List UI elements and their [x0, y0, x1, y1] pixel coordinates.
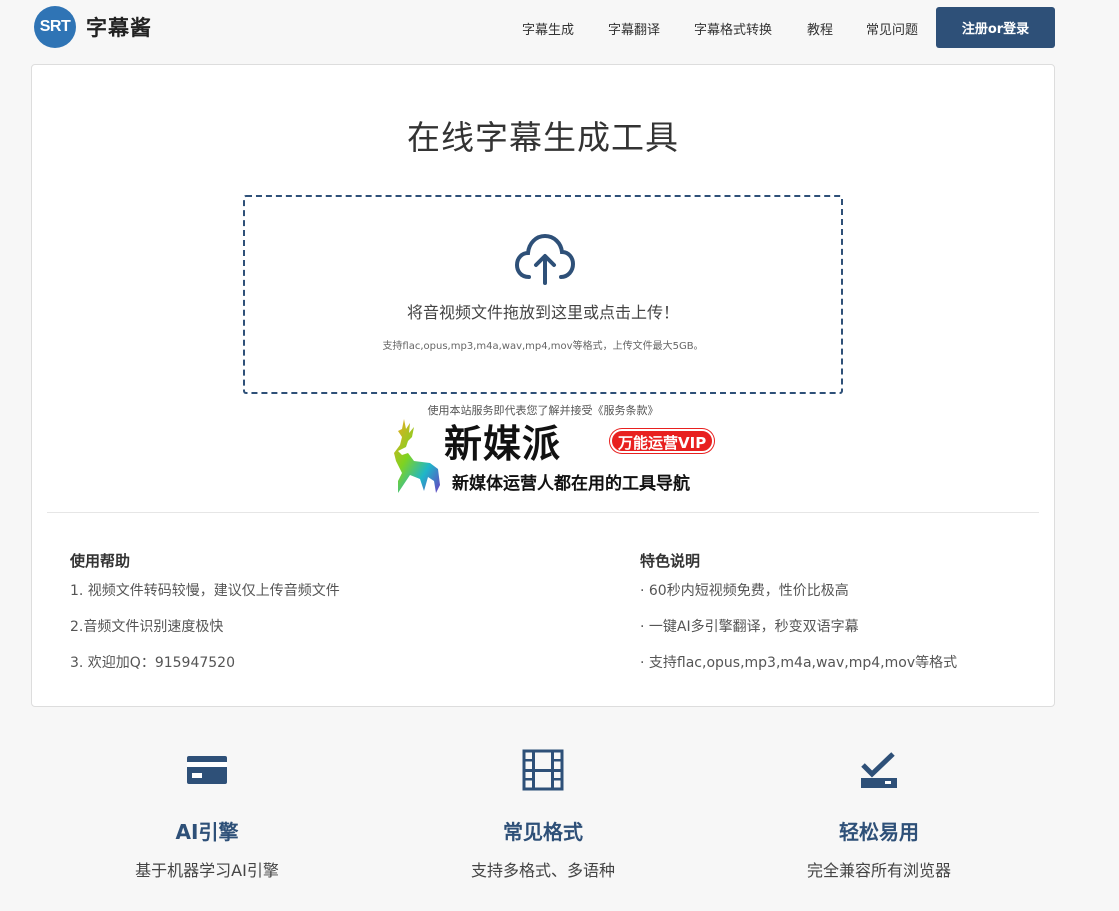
banner-title: 新媒派 [444, 422, 562, 466]
banner-vip-badge: 万能运营VIP [610, 429, 715, 453]
page-title: 在线字幕生成工具 [407, 118, 679, 157]
credit-card-icon [187, 756, 227, 784]
banner-subtitle: 新媒体运营人都在用的工具导航 [452, 474, 690, 494]
nav-subtitle-generate[interactable]: 字幕生成 [522, 19, 574, 38]
feature-title: 轻松易用 [839, 820, 919, 844]
film-icon [522, 749, 564, 791]
feature-desc: 完全兼容所有浏览器 [806, 861, 951, 880]
section-divider [47, 512, 1039, 513]
nav-subtitle-convert[interactable]: 字幕格式转换 [694, 19, 772, 38]
dropzone-format-hint: 支持flac,opus,mp3,m4a,wav,mp4,mov等格式，上传文件最… [382, 341, 704, 352]
feature-desc: 基于机器学习AI引擎 [135, 861, 279, 880]
upload-dropzone[interactable]: 将音视频文件拖放到这里或点击上传！ 支持flac,opus,mp3,m4a,wa… [243, 195, 843, 394]
site-logo[interactable]: SRT 字幕酱 [34, 6, 152, 48]
main-card: 在线字幕生成工具 将音视频文件拖放到这里或点击上传！ 支持flac,opus,m… [31, 64, 1055, 707]
logo-name: 字幕酱 [86, 16, 152, 40]
terms-of-service-link[interactable]: 《服务条款》 [593, 404, 659, 417]
feature-title: AI引擎 [175, 820, 239, 844]
help-heading: 使用帮助 [70, 552, 131, 570]
feature-note-item: · 支持flac,opus,mp3,m4a,wav,mp4,mov等格式 [640, 655, 958, 671]
feature-formats: 常见格式 支持多格式、多语种 [373, 748, 713, 881]
feature-note-item: · 一键AI多引擎翻译，秒变双语字幕 [640, 619, 859, 635]
help-section: 使用帮助 1. 视频文件转码较慢，建议仅上传音频文件 2.音频文件识别速度极快 … [70, 550, 340, 689]
feature-ai-engine: AI引擎 基于机器学习AI引擎 [37, 748, 377, 881]
deer-logo-icon [394, 419, 440, 493]
logo-badge: SRT [34, 6, 76, 48]
feature-easy-use: 轻松易用 完全兼容所有浏览器 [709, 748, 1049, 881]
feature-note-item: · 60秒内短视频免费，性价比极高 [640, 583, 849, 599]
nav-subtitle-translate[interactable]: 字幕翻译 [608, 19, 660, 38]
help-item: 3. 欢迎加Q：915947520 [70, 655, 235, 671]
xinmeipai-banner[interactable]: 新媒派 万能运营VIP 新媒体运营人都在用的工具导航 [384, 417, 740, 497]
register-login-button[interactable]: 注册or登录 [936, 7, 1055, 48]
feature-desc: 支持多格式、多语种 [470, 861, 615, 880]
nav-faq[interactable]: 常见问题 [866, 19, 918, 38]
checkbox-tray-icon [861, 752, 897, 788]
help-item: 2.音频文件识别速度极快 [70, 619, 224, 635]
dropzone-main-text: 将音视频文件拖放到这里或点击上传！ [406, 303, 679, 322]
nav-tutorial[interactable]: 教程 [807, 19, 833, 38]
feature-notes-section: 特色说明 · 60秒内短视频免费，性价比极高 · 一键AI多引擎翻译，秒变双语字… [640, 550, 957, 689]
feature-notes-heading: 特色说明 [640, 552, 701, 570]
cloud-upload-icon [515, 233, 575, 285]
feature-title: 常见格式 [503, 820, 583, 844]
help-item: 1. 视频文件转码较慢，建议仅上传音频文件 [70, 583, 340, 599]
top-header: SRT 字幕酱 字幕生成 字幕翻译 字幕格式转换 教程 常见问题 注册or登录 [0, 0, 1119, 56]
